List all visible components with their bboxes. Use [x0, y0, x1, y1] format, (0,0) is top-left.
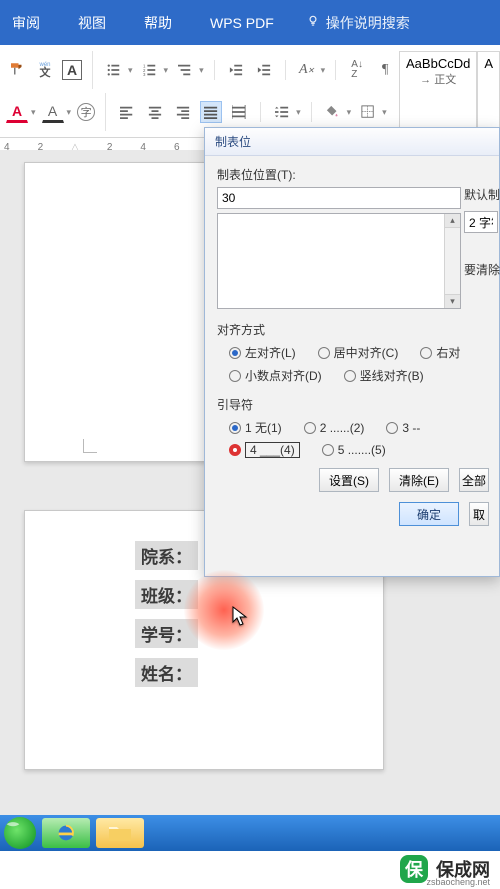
clear-all-button[interactable]: 全部	[459, 468, 489, 492]
separator-icon	[285, 60, 286, 80]
line-spacing-button[interactable]	[271, 101, 293, 123]
separator-icon	[105, 93, 106, 131]
ok-button[interactable]: 确定	[399, 502, 459, 526]
leader-2-radio[interactable]: 2 ......(2)	[304, 419, 365, 436]
numbering-button[interactable]: 123	[139, 59, 161, 81]
menu-bar: 审阅 视图 帮助 WPS PDF 操作说明搜索	[0, 0, 500, 45]
align-left-button[interactable]	[116, 101, 138, 123]
dialog-title-bar[interactable]: 制表位	[205, 128, 499, 156]
tab-position-input[interactable]	[217, 187, 461, 209]
margin-corner-icon	[83, 439, 97, 453]
tell-me-search[interactable]: 操作说明搜索	[306, 13, 410, 33]
character-border-button[interactable]: A	[62, 60, 82, 80]
distribute-button[interactable]	[228, 101, 250, 123]
styles-gallery[interactable]: AaBbCcDd → 正文 A	[399, 51, 500, 131]
label-name: 姓名：	[135, 658, 198, 687]
dialog-title: 制表位	[215, 133, 251, 150]
shading-button[interactable]	[322, 101, 344, 123]
label-student-id: 学号：	[135, 619, 198, 648]
align-right-button[interactable]	[172, 101, 194, 123]
menu-tab-wpspdf[interactable]: WPS PDF	[204, 9, 280, 37]
watermark: 保 保成网	[0, 849, 500, 889]
separator-icon	[92, 51, 93, 89]
align-center-button[interactable]	[144, 101, 166, 123]
style-normal[interactable]: AaBbCcDd → 正文	[399, 51, 477, 131]
form-labels: 院系： 班级： 学号： 姓名：	[135, 541, 198, 687]
chevron-down-icon[interactable]: ▾	[199, 65, 204, 76]
chevron-down-icon[interactable]: ▾	[321, 65, 326, 76]
label-faculty: 院系：	[135, 541, 198, 570]
set-button[interactable]: 设置(S)	[319, 468, 379, 492]
ribbon: wén 文 A ▾ 123▾ ▾ A✕▾ A↓Z ¶ A▾ A▾ 字 ▾ ▾ ▾	[0, 45, 500, 138]
multilevel-list-button[interactable]	[174, 59, 196, 81]
clear-formatting-button[interactable]: A✕	[296, 59, 318, 81]
sort-button[interactable]: A↓Z	[346, 59, 368, 81]
chevron-down-icon[interactable]: ▾	[296, 107, 301, 118]
format-painter-icon[interactable]	[6, 59, 28, 81]
chevron-down-icon[interactable]: ▾	[31, 107, 36, 118]
clear-button[interactable]: 清除(E)	[389, 468, 449, 492]
font-color-button[interactable]: A	[6, 101, 28, 123]
taskbar-explorer-button[interactable]	[96, 818, 144, 848]
enclose-char-button[interactable]: 字	[77, 103, 95, 121]
menu-tab-view[interactable]: 视图	[72, 7, 112, 39]
align-decimal-radio[interactable]: 小数点对齐(D)	[229, 367, 322, 384]
svg-text:3: 3	[143, 72, 146, 77]
increase-indent-button[interactable]	[253, 59, 275, 81]
show-marks-button[interactable]: ¶	[374, 59, 396, 81]
chevron-down-icon[interactable]: ▾	[164, 65, 169, 76]
alignment-group-label: 对齐方式	[217, 321, 489, 338]
taskbar-ie-button[interactable]	[42, 818, 90, 848]
bullets-button[interactable]	[103, 59, 125, 81]
page-1[interactable]	[24, 162, 214, 462]
leader-3-radio[interactable]: 3 --	[386, 419, 420, 436]
default-tab-label: 默认制	[464, 186, 500, 203]
align-center-radio[interactable]: 居中对齐(C)	[318, 344, 399, 361]
leader-4-radio[interactable]: 4 ___(4)	[229, 442, 300, 458]
scroll-down-icon[interactable]: ▾	[445, 294, 460, 308]
leader-1-radio[interactable]: 1 无(1)	[229, 419, 282, 436]
align-bar-radio[interactable]: 竖线对齐(B)	[344, 367, 424, 384]
chevron-down-icon[interactable]: ▾	[67, 107, 72, 118]
lightbulb-icon	[306, 14, 320, 31]
right-fields: 默认制 要清除	[464, 186, 500, 286]
align-justify-button[interactable]	[200, 101, 222, 123]
scroll-up-icon[interactable]: ▴	[445, 214, 460, 228]
align-right-radio[interactable]: 右对	[420, 344, 460, 361]
decrease-indent-button[interactable]	[225, 59, 247, 81]
menu-tab-review[interactable]: 审阅	[6, 7, 46, 39]
tab-positions-listbox[interactable]: ▴ ▾	[217, 213, 461, 309]
tabs-dialog: 制表位 制表位位置(T): ▴ ▾ 默认制 要清除 对齐方式 左对齐(L)	[204, 127, 500, 577]
borders-button[interactable]	[357, 101, 379, 123]
chevron-down-icon[interactable]: ▾	[128, 65, 133, 76]
leader-5-radio[interactable]: 5 .......(5)	[322, 442, 386, 458]
separator-icon	[335, 60, 336, 80]
highlight-button[interactable]: A	[42, 101, 64, 123]
chevron-down-icon[interactable]: ▾	[382, 107, 387, 118]
separator-icon	[214, 60, 215, 80]
chevron-down-icon[interactable]: ▾	[347, 107, 352, 118]
start-button[interactable]	[4, 817, 36, 849]
menu-tab-help[interactable]: 帮助	[138, 7, 178, 39]
phonetic-guide-button[interactable]: wén 文	[34, 59, 56, 81]
separator-icon	[260, 102, 261, 122]
tell-me-label: 操作说明搜索	[326, 13, 410, 33]
clear-hint-label: 要清除	[464, 261, 500, 278]
style-next[interactable]: A	[477, 51, 500, 131]
scrollbar[interactable]: ▴ ▾	[444, 214, 460, 308]
tab-position-label: 制表位位置(T):	[217, 166, 461, 183]
watermark-url: zsbaocheng.net	[426, 877, 490, 887]
leader-group-label: 引导符	[217, 396, 489, 413]
separator-icon	[311, 102, 312, 122]
watermark-badge-icon: 保	[400, 855, 428, 883]
default-tab-input[interactable]	[464, 211, 498, 233]
taskbar	[0, 815, 500, 851]
cancel-button[interactable]: 取	[469, 502, 489, 526]
align-left-radio[interactable]: 左对齐(L)	[229, 344, 296, 361]
label-class: 班级：	[135, 580, 198, 609]
